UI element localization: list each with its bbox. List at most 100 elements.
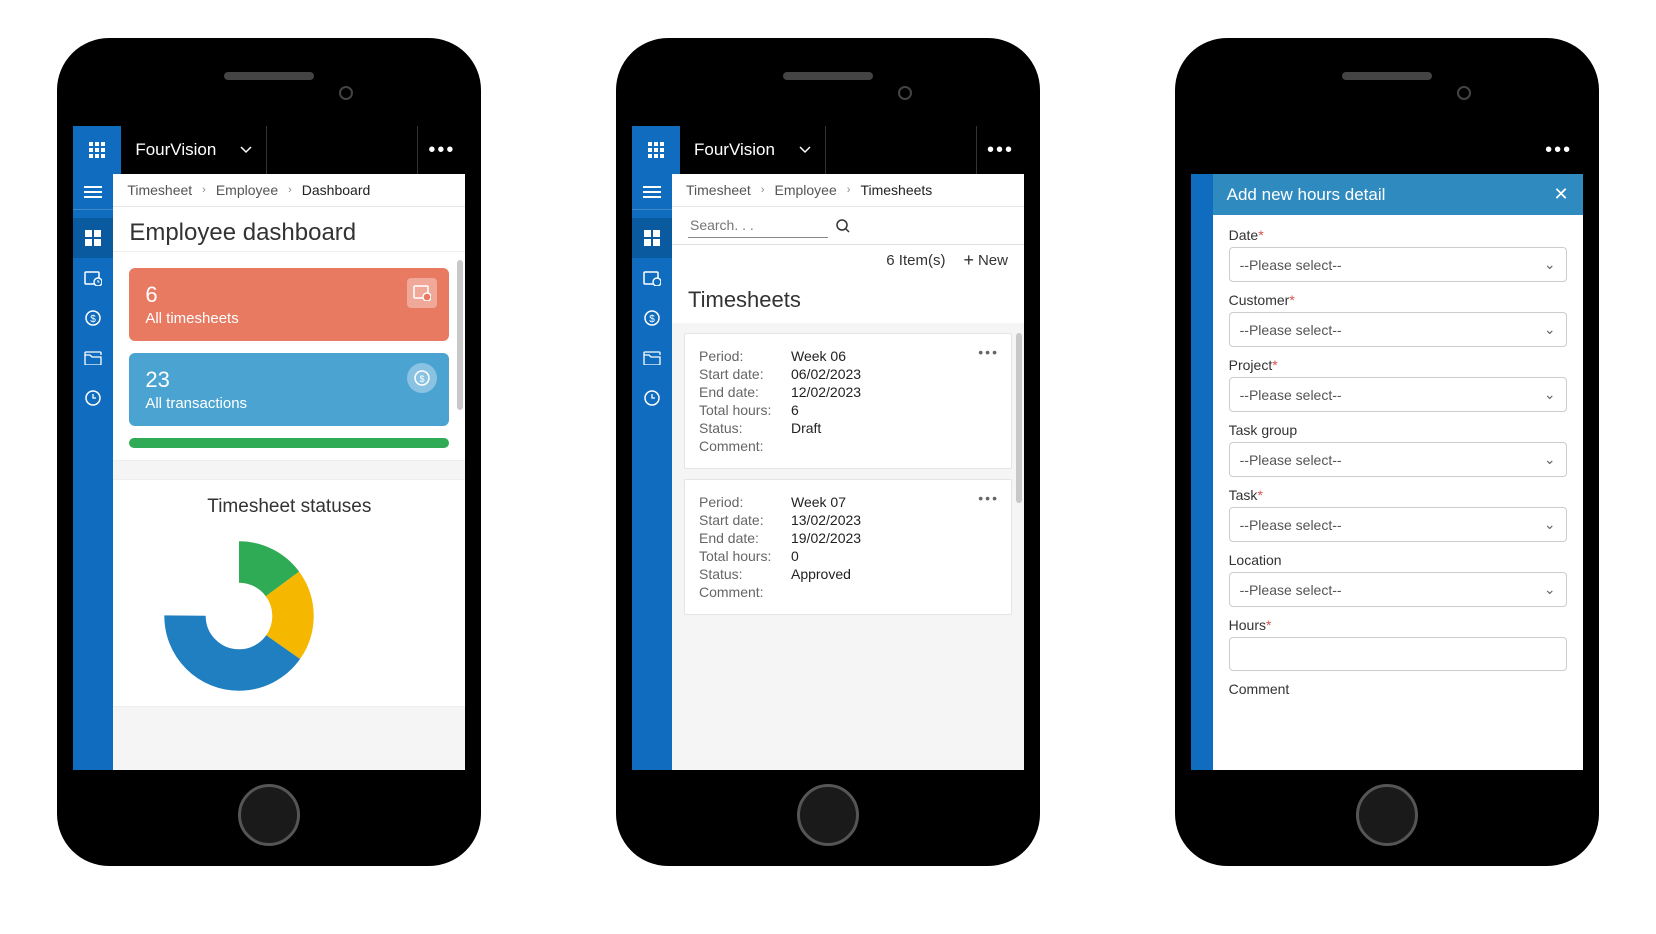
chevron-right-icon: ›	[288, 184, 292, 196]
new-button[interactable]: + New	[963, 251, 1008, 269]
more-menu-icon[interactable]: •••	[417, 126, 465, 174]
value-period: Week 07	[791, 494, 846, 510]
nav-timesheet-icon[interactable]	[73, 258, 113, 298]
chevron-down-icon: ⌄	[1544, 516, 1556, 533]
item-count: 6 Item(s)	[886, 252, 945, 269]
label-project: Project	[1229, 357, 1273, 373]
value-end: 19/02/2023	[791, 530, 861, 546]
menu-toggle-icon[interactable]	[632, 174, 672, 210]
device-speaker	[224, 72, 314, 80]
app-launcher-icon[interactable]	[73, 126, 121, 174]
required-marker: *	[1272, 357, 1277, 373]
device-speaker	[783, 72, 873, 80]
chevron-down-icon: ⌄	[1544, 256, 1556, 273]
phone-dashboard: FourVision ••• $	[59, 40, 479, 864]
chevron-down-icon	[240, 146, 252, 154]
value-status: Approved	[791, 566, 851, 582]
label-taskgroup: Task group	[1229, 422, 1297, 438]
value-status: Draft	[791, 420, 821, 436]
input-hours[interactable]	[1229, 637, 1567, 671]
breadcrumb-item[interactable]: Timesheet	[127, 182, 192, 198]
more-menu-icon[interactable]: •••	[1535, 126, 1583, 174]
search-icon[interactable]	[836, 219, 850, 233]
select-location[interactable]: --Please select--⌄	[1229, 572, 1567, 607]
nav-dashboard-icon[interactable]	[73, 218, 113, 258]
company-selector[interactable]: FourVision	[121, 126, 267, 174]
left-rail: $	[73, 174, 113, 770]
add-hours-modal: Add new hours detail ✕ Date* --Please se…	[1213, 174, 1583, 770]
scrollbar[interactable]	[457, 260, 463, 410]
company-selector[interactable]: FourVision	[680, 126, 826, 174]
search-input[interactable]	[688, 213, 828, 238]
tile-all-transactions[interactable]: $ 23 All transactions	[129, 353, 449, 426]
dashboard-content[interactable]: 6 All timesheets $ 23 All transactions	[113, 251, 465, 770]
chevron-down-icon: ⌄	[1544, 321, 1556, 338]
timesheet-card[interactable]: ••• Period:Week 07 Start date:13/02/2023…	[684, 479, 1012, 615]
select-task[interactable]: --Please select-- ⌄	[1229, 507, 1567, 542]
nav-clock-icon[interactable]	[632, 378, 672, 418]
chevron-down-icon: ⌄	[1544, 581, 1556, 598]
card-more-icon[interactable]: •••	[978, 490, 999, 506]
tile-count: 23	[145, 367, 433, 393]
nav-transactions-icon[interactable]: $	[73, 298, 113, 338]
breadcrumb-item[interactable]: Timesheet	[686, 182, 751, 198]
label-customer: Customer	[1229, 292, 1290, 308]
select-placeholder: --Please select--	[1240, 387, 1342, 403]
breadcrumb-item[interactable]: Employee	[775, 182, 837, 198]
modal-scrim: Add new hours detail ✕ Date* --Please se…	[1213, 174, 1583, 770]
tile-partial[interactable]	[129, 438, 449, 448]
label-end: End date:	[699, 530, 785, 546]
top-bar: FourVision •••	[73, 126, 465, 174]
select-customer[interactable]: --Please select-- ⌄	[1229, 312, 1567, 347]
search-row	[672, 207, 1024, 245]
nav-transactions-icon[interactable]: $	[632, 298, 672, 338]
main-content: Timesheet › Employee › Timesheets 6 Item…	[672, 174, 1024, 770]
label-period: Period:	[699, 348, 785, 364]
top-bar: •••	[1191, 126, 1583, 174]
card-more-icon[interactable]: •••	[978, 344, 999, 360]
close-icon[interactable]: ✕	[1554, 184, 1569, 205]
select-placeholder: --Please select--	[1240, 517, 1342, 533]
device-camera	[1457, 86, 1471, 100]
timesheet-icon	[407, 278, 437, 308]
tile-count: 6	[145, 282, 433, 308]
company-name: FourVision	[694, 140, 775, 160]
select-project[interactable]: --Please select--⌄	[1229, 377, 1567, 412]
app-launcher-icon[interactable]	[632, 126, 680, 174]
timesheet-list[interactable]: ••• Period:Week 06 Start date:06/02/2023…	[672, 323, 1024, 770]
required-marker: *	[1266, 617, 1271, 633]
nav-timesheet-icon[interactable]	[632, 258, 672, 298]
label-total: Total hours:	[699, 402, 785, 418]
label-comment: Comment	[1229, 681, 1290, 697]
required-marker: *	[1289, 292, 1294, 308]
company-name: FourVision	[135, 140, 216, 160]
select-date[interactable]: --Please select--⌄	[1229, 247, 1567, 282]
menu-toggle-icon[interactable]	[73, 174, 113, 210]
nav-folder-icon[interactable]	[632, 338, 672, 378]
plus-icon: +	[963, 251, 974, 269]
required-marker: *	[1257, 487, 1262, 503]
svg-text:$: $	[91, 314, 97, 325]
tile-all-timesheets[interactable]: 6 All timesheets	[129, 268, 449, 341]
timesheet-card[interactable]: ••• Period:Week 06 Start date:06/02/2023…	[684, 333, 1012, 469]
select-placeholder: --Please select--	[1240, 322, 1342, 338]
nav-folder-icon[interactable]	[73, 338, 113, 378]
device-camera	[339, 86, 353, 100]
label-start: Start date:	[699, 512, 785, 528]
more-menu-icon[interactable]: •••	[976, 126, 1024, 174]
screen: ••• Add new hours detail ✕ Date* --Pleas…	[1191, 126, 1583, 770]
select-placeholder: --Please select--	[1240, 452, 1342, 468]
modal-body[interactable]: Date* --Please select--⌄ Customer* --Ple…	[1213, 215, 1583, 770]
nav-clock-icon[interactable]	[73, 378, 113, 418]
breadcrumb: Timesheet › Employee › Timesheets	[672, 174, 1024, 207]
breadcrumb-current: Timesheets	[860, 182, 932, 198]
breadcrumb-item[interactable]: Employee	[216, 182, 278, 198]
chevron-down-icon: ⌄	[1544, 451, 1556, 468]
scrollbar[interactable]	[1016, 333, 1022, 503]
select-taskgroup[interactable]: --Please select-- ⌄	[1229, 442, 1567, 477]
nav-dashboard-icon[interactable]	[632, 218, 672, 258]
label-location: Location	[1229, 552, 1282, 568]
screen: FourVision ••• $ Timesheet › Employee	[632, 126, 1024, 770]
chevron-right-icon: ›	[202, 184, 206, 196]
label-comment: Comment:	[699, 438, 785, 454]
